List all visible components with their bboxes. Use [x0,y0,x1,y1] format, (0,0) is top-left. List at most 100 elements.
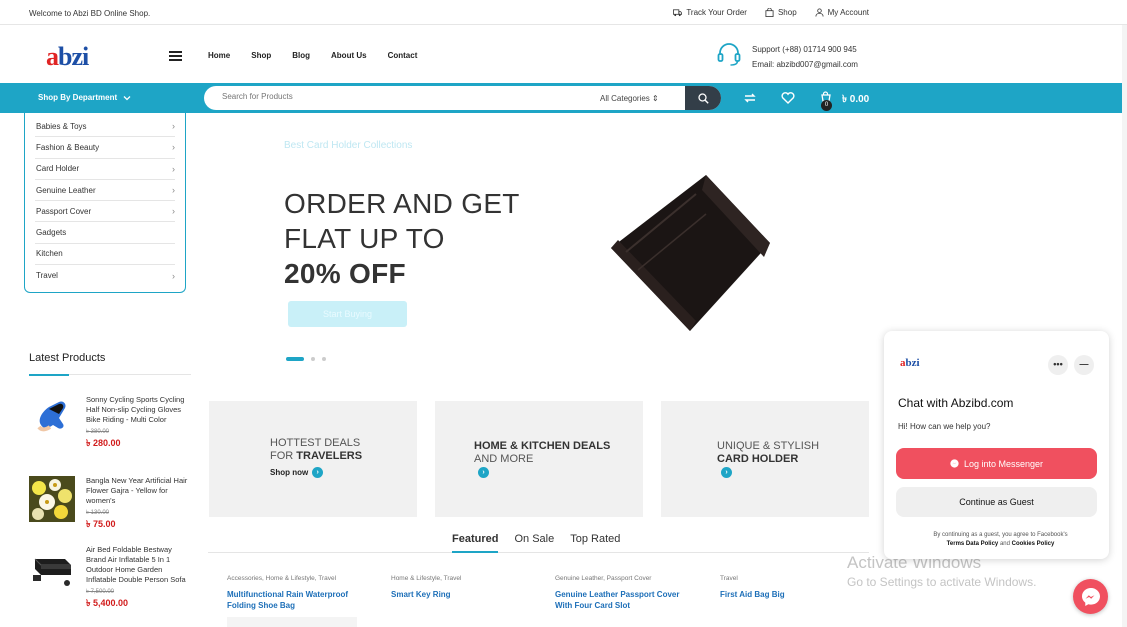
tab-featured[interactable]: Featured [452,533,498,545]
continue-as-guest-button[interactable]: Continue as Guest [896,487,1097,517]
air-sofa-image [29,545,75,591]
nav-about-us[interactable]: About Us [331,51,367,60]
tab-top-rated[interactable]: Top Rated [570,533,620,545]
my-account-link[interactable]: My Account [815,8,869,17]
log-into-messenger-button[interactable]: Log into Messenger [896,448,1097,479]
wishlist-heart-icon[interactable] [781,91,795,104]
bag-icon [765,8,774,17]
product-card[interactable]: Accessories, Home & Lifestyle, Travel Mu… [227,575,367,627]
site-logo[interactable]: abzi [46,42,89,72]
category-item[interactable]: Passport Cover › [35,201,175,223]
product-title[interactable]: Genuine Leather Passport Cover With Four… [555,589,695,611]
select-arrows-icon: ⇕ [652,94,659,103]
welcome-text: Welcome to Abzi BD Online Shop. [29,9,151,18]
data-policy-link[interactable]: Data Policy [966,541,998,547]
product-image[interactable] [227,617,357,627]
category-list: Babies & Toys › Fashion & Beauty › Card Hold… [25,113,185,286]
track-order-link[interactable]: Track Your Order [673,8,747,17]
product-categories[interactable]: Accessories, Home & Lifestyle, Travel [227,575,367,582]
start-buying-button[interactable]: Start Buying [288,301,407,327]
shop-now-link[interactable]: › [721,467,732,478]
product-title[interactable]: First Aid Bag Big [720,589,860,600]
nav-blog[interactable]: Blog [292,51,310,60]
shop-by-department-button[interactable]: Shop By Department [38,93,131,102]
cart-amount[interactable]: ৳ 0.00 [842,92,869,109]
promo-bold-text: CARD HOLDER [717,453,799,465]
messenger-icon [950,459,959,468]
hero-line-1: ORDER AND GET [284,188,520,219]
product-name[interactable]: Air Bed Foldable Bestway Brand Air Infla… [86,545,186,584]
arrow-right-icon: › [721,467,732,478]
product-card[interactable]: Travel First Aid Bag Big [720,575,860,600]
latest-products-divider [29,374,191,376]
latest-products-title: Latest Products [29,352,106,364]
shop-link[interactable]: Shop [765,8,797,17]
product-card[interactable]: Home & Lifestyle, Travel Smart Key Ring [391,575,531,600]
tab-on-sale[interactable]: On Sale [514,533,554,545]
product-categories[interactable]: Travel [720,575,860,582]
more-options-icon[interactable]: ••• [1048,355,1068,375]
minimize-icon[interactable]: — [1074,355,1094,375]
terms-link[interactable]: Terms [947,541,965,547]
category-item[interactable]: Genuine Leather › [35,180,175,202]
nav-home[interactable]: Home [208,51,230,60]
top-bar: Welcome to Abzi BD Online Shop. Track Yo… [0,0,1127,25]
messenger-launcher-button[interactable] [1073,579,1108,614]
page-scrollbar[interactable] [1122,25,1127,627]
category-item[interactable]: Babies & Toys › [35,116,175,138]
cookies-policy-link[interactable]: Cookies Policy [1012,541,1055,547]
category-item[interactable]: Card Holder › [35,159,175,180]
shop-now-link[interactable]: Shop now › [270,467,324,478]
promo-card-holder[interactable]: UNIQUE & STYLISH CARD HOLDER › [661,401,869,517]
product-card[interactable]: Genuine Leather, Passport Cover Genuine … [555,575,695,611]
compare-icon[interactable] [743,92,757,104]
shop-now-link[interactable]: › [478,467,489,478]
promo-home-kitchen[interactable]: HOME & KITCHEN DEALS AND MORE › [435,401,643,517]
product-name[interactable]: Bangla New Year Artificial Hair Flower G… [86,476,187,505]
carousel-dot-active[interactable] [286,357,304,361]
menu-icon[interactable] [169,51,182,61]
category-select[interactable]: All Categories ⇕ [600,94,659,103]
truck-icon [673,9,683,17]
chevron-right-icon: › [172,142,175,153]
product-categories[interactable]: Home & Lifestyle, Travel [391,575,531,582]
active-tab-indicator [452,551,498,553]
nav-contact[interactable]: Contact [388,51,418,60]
wallet-image [611,175,770,331]
chat-greeting: Hi! How can we help you? [898,422,991,431]
nav-shop[interactable]: Shop [251,51,271,60]
category-item[interactable]: Fashion & Beauty › [35,137,175,159]
search-input[interactable] [222,92,562,101]
support-email: Email: abzibd007@gmail.com [752,60,858,69]
search-button[interactable] [685,86,721,110]
category-item[interactable]: Gadgets [35,222,175,244]
category-label: Passport Cover [36,206,92,216]
chevron-right-icon: › [172,163,175,174]
header: abzi Home Shop Blog About Us Contact Sup… [0,25,1127,83]
chat-logo: abzi [900,357,920,369]
carousel-dot[interactable] [322,357,326,361]
product-title[interactable]: Smart Key Ring [391,589,531,600]
category-item[interactable]: Kitchen [35,244,175,266]
promo-travelers[interactable]: HOTTEST DEALS FOR TRAVELERS Shop now › [209,401,417,517]
page: Welcome to Abzi BD Online Shop. Track Yo… [0,0,1127,627]
product-categories[interactable]: Genuine Leather, Passport Cover [555,575,695,582]
sale-price: ৳ 5,400.00 [86,598,129,608]
search-icon [697,92,709,104]
promo-light-text: HOTTEST DEALS [270,437,361,449]
old-price: ৳ 130.00 [86,510,110,516]
carousel-dot[interactable] [311,357,315,361]
chevron-right-icon: › [172,121,175,132]
shop-label: Shop [777,8,797,17]
sale-price: ৳ 75.00 [86,519,116,529]
support-block: Support (+88) 01714 900 945 Email: abzib… [716,41,858,72]
hero-subtitle: Best Card Holder Collections [284,140,413,151]
category-label: Kitchen [36,249,63,259]
support-phone: Support (+88) 01714 900 945 [752,45,857,54]
chevron-down-icon [123,95,131,100]
promo-bold-text: HOME & KITCHEN DEALS [474,440,611,452]
product-name[interactable]: Sonny Cycling Sports Cycling Half Non-sl… [86,395,184,424]
product-title[interactable]: Multifunctional Rain Waterproof Folding … [227,589,367,611]
category-item[interactable]: Travel › [35,265,175,286]
category-label: Fashion & Beauty [36,142,100,152]
